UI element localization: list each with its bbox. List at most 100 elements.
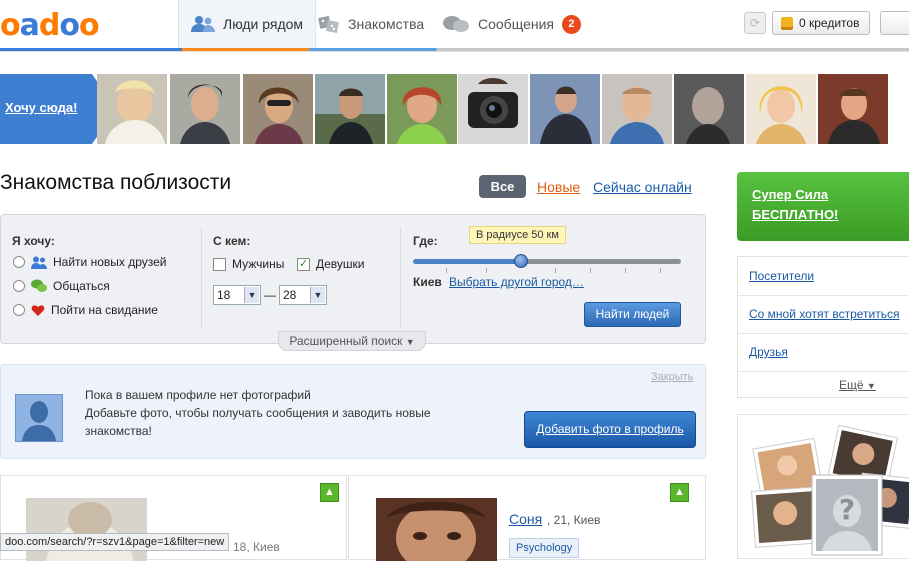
credits-button[interactable]: 0 кредитов xyxy=(772,11,870,35)
want-option-friends[interactable]: Найти новых друзей xyxy=(13,255,167,269)
age-from-select[interactable]: 18 ▼ xyxy=(213,285,261,305)
want-option-chat[interactable]: Общаться xyxy=(13,279,110,293)
advanced-search-toggle[interactable]: Расширенный поиск ▼ xyxy=(278,331,426,351)
logo[interactable]: oadoo xyxy=(0,8,100,43)
add-photo-button[interactable]: Добавить фото в профиль xyxy=(524,411,696,448)
with-option-men[interactable]: Мужчины xyxy=(213,257,284,271)
where-heading: Где: xyxy=(413,234,438,248)
radio-button[interactable] xyxy=(13,256,25,268)
featured-user-photo[interactable] xyxy=(97,74,167,144)
age-from-value: 18 xyxy=(217,288,231,302)
radio-button[interactable] xyxy=(13,280,25,292)
header-stripe xyxy=(0,48,909,51)
slider-tick xyxy=(555,268,556,273)
nav-tab-messages[interactable]: Сообщения 2 xyxy=(430,0,593,48)
notice-line: Добавьте фото, чтобы получать сообщения … xyxy=(85,406,431,420)
featured-user-photo[interactable] xyxy=(602,74,672,144)
find-people-button[interactable]: Найти людей xyxy=(584,302,681,327)
featured-user-photo[interactable] xyxy=(530,74,600,144)
panel-divider xyxy=(400,227,401,327)
triangle-down-icon: ▼ xyxy=(866,381,876,391)
radius-slider-handle[interactable] xyxy=(514,254,528,268)
interest-tag[interactable]: Psychology xyxy=(509,538,580,558)
advanced-search-label: Расширенный поиск xyxy=(289,334,403,348)
people-icon xyxy=(191,16,215,32)
super-power-free: БЕСПЛАТНО! xyxy=(752,207,839,222)
super-power-banner[interactable]: Супер Сила БЕСПЛАТНО! xyxy=(737,172,909,241)
with-option-women[interactable]: ✓ Девушки xyxy=(297,257,365,271)
want-heading: Я хочу: xyxy=(12,234,55,248)
featured-user-photo[interactable] xyxy=(170,74,240,144)
credits-label: 0 кредитов xyxy=(799,16,860,30)
divider xyxy=(738,333,909,334)
slider-tick xyxy=(590,268,591,273)
nav-tab-dating[interactable]: Знакомства xyxy=(306,0,436,48)
featured-user-photo[interactable] xyxy=(458,74,528,144)
close-notice-link[interactable]: Закрыть xyxy=(651,371,693,383)
chat-bubbles-icon xyxy=(443,16,469,32)
featured-user-photo[interactable] xyxy=(818,74,888,144)
checkbox-checked[interactable]: ✓ xyxy=(297,257,310,271)
radio-button[interactable] xyxy=(13,304,25,316)
sidebar-more-label: Ещё xyxy=(839,378,864,392)
interest-tag-label: Psychology xyxy=(516,542,573,554)
featured-user-photo[interactable] xyxy=(315,74,385,144)
slider-tick xyxy=(446,268,447,273)
radius-tooltip: В радиусе 50 км xyxy=(469,226,566,244)
photo-promo-card[interactable]: ? xyxy=(737,414,909,559)
age-to-select[interactable]: 28 ▼ xyxy=(279,285,327,305)
current-city: Киев xyxy=(413,275,442,289)
panel-divider xyxy=(201,227,202,327)
want-option-label: Пойти на свидание xyxy=(51,303,158,317)
messages-count-badge: 2 xyxy=(561,14,581,34)
nav-tab-label: Знакомства xyxy=(348,16,425,32)
slider-tick xyxy=(486,268,487,273)
user-card-meta: 18, Киев xyxy=(233,540,280,554)
featured-user-photo[interactable] xyxy=(387,74,457,144)
checkbox[interactable] xyxy=(213,257,226,271)
browser-status-url: doo.com/search/?r=szv1&page=1&filter=new xyxy=(0,533,230,551)
sidebar-item-visitors[interactable]: Посетители xyxy=(749,269,814,283)
featured-photo-strip: Хочу сюда! xyxy=(0,74,909,144)
user-card-meta: , 21, Киев xyxy=(547,513,601,527)
user-card[interactable]: Соня , 21, Киев Psychology xyxy=(348,475,706,561)
promote-up-icon[interactable]: ▲ xyxy=(320,483,339,502)
divider xyxy=(738,295,909,296)
with-heading: С кем: xyxy=(213,234,251,248)
chevron-down-icon: ▼ xyxy=(310,287,325,303)
want-option-date[interactable]: Пойти на свидание xyxy=(13,303,158,317)
notice-line: знакомства! xyxy=(85,424,152,438)
divider xyxy=(738,371,909,372)
sidebar-more-link[interactable]: Ещё ▼ xyxy=(839,378,876,392)
age-range-dash: — xyxy=(264,288,276,302)
chat-bubbles-icon xyxy=(31,279,47,292)
featured-user-photo[interactable] xyxy=(243,74,313,144)
want-option-label: Найти новых друзей xyxy=(53,255,167,269)
featured-user-photo[interactable] xyxy=(674,74,744,144)
age-to-value: 28 xyxy=(283,288,297,302)
top-bar: oadoo Люди рядом Знакомства Сообщения 2 … xyxy=(0,0,909,52)
user-card-photo[interactable] xyxy=(26,498,147,561)
notice-line: Пока в вашем профиле нет фотографий xyxy=(85,388,311,402)
nav-tab-label: Сообщения xyxy=(478,16,554,32)
refresh-icon[interactable]: ⟳ xyxy=(744,12,766,34)
question-mark-icon: ? xyxy=(839,493,855,526)
promote-up-icon[interactable]: ▲ xyxy=(670,483,689,502)
user-card-name[interactable]: Соня xyxy=(509,511,542,527)
triangle-down-icon: ▼ xyxy=(405,337,415,347)
photo-collage: ? xyxy=(751,424,909,556)
filter-all-button[interactable]: Все xyxy=(479,175,526,198)
change-city-link[interactable]: Выбрать другой город… xyxy=(449,275,584,289)
sidebar-item-want-to-meet[interactable]: Со мной хотят встретиться xyxy=(749,307,900,321)
featured-user-photo[interactable] xyxy=(746,74,816,144)
sidebar-item-friends[interactable]: Друзья xyxy=(749,345,788,359)
nav-tab-people-nearby[interactable]: Люди рядом xyxy=(178,0,317,48)
slider-tick xyxy=(625,268,626,273)
radius-slider-track[interactable] xyxy=(413,259,681,264)
with-option-label: Девушки xyxy=(316,257,365,271)
user-card-photo[interactable] xyxy=(376,498,497,561)
filter-new-link[interactable]: Новые xyxy=(537,179,580,195)
empty-avatar-placeholder xyxy=(15,394,63,442)
filter-online-link[interactable]: Сейчас онлайн xyxy=(593,179,692,195)
account-menu-button[interactable] xyxy=(880,11,909,35)
